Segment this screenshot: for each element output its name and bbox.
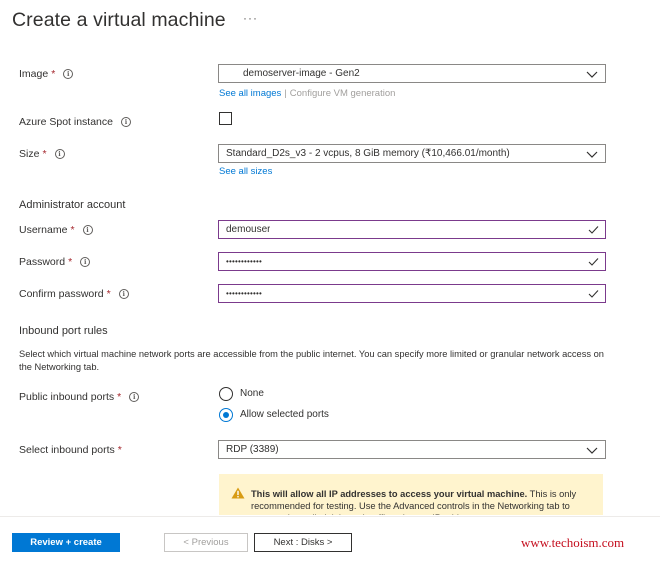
warning-icon (231, 487, 245, 499)
username-input-value: demouser (226, 224, 271, 235)
see-all-sizes-link[interactable]: See all sizes (219, 166, 272, 177)
azure-spot-label: Azure Spot instance i (19, 116, 131, 128)
required-marker: * (51, 68, 56, 80)
chevron-down-icon (586, 447, 598, 454)
azure-spot-checkbox[interactable] (219, 112, 232, 125)
warning-banner: This will allow all IP addresses to acce… (219, 474, 603, 515)
size-label: Size * i (19, 148, 65, 160)
checkmark-icon (588, 226, 599, 234)
password-label-text: Password (19, 256, 66, 268)
required-marker: * (68, 256, 73, 268)
info-icon[interactable]: i (129, 392, 140, 402)
confirm-password-input[interactable]: •••••••••••• (218, 284, 606, 303)
size-select[interactable]: Standard_D2s_v3 - 2 vcpus, 8 GiB memory … (218, 144, 606, 163)
public-inbound-ports-label-text: Public inbound ports (19, 391, 115, 403)
image-label-text: Image (19, 68, 49, 80)
confirm-password-label-text: Confirm password (19, 288, 104, 300)
confirm-password-input-value: •••••••••••• (226, 289, 263, 298)
info-icon[interactable]: i (80, 257, 91, 267)
image-links: See all images | Configure VM generation (219, 88, 395, 99)
select-inbound-ports-label-text: Select inbound ports (19, 444, 115, 456)
username-label: Username * i (19, 224, 93, 236)
username-input[interactable]: demouser (218, 220, 606, 239)
select-inbound-ports-select[interactable]: RDP (3389) (218, 440, 606, 459)
required-marker: * (70, 224, 75, 236)
checkmark-icon (588, 258, 599, 266)
inbound-port-rules-heading: Inbound port rules (19, 325, 108, 337)
select-inbound-ports-value: RDP (3389) (226, 444, 279, 455)
see-all-images-link[interactable]: See all images (219, 88, 281, 99)
required-marker: * (42, 148, 47, 160)
password-input[interactable]: •••••••••••• (218, 252, 606, 271)
administrator-account-heading: Administrator account (19, 199, 126, 211)
required-marker: * (117, 391, 122, 403)
more-options-button[interactable]: ··· (243, 11, 258, 25)
size-label-text: Size (19, 148, 40, 160)
configure-vm-generation-link[interactable]: Configure VM generation (290, 88, 396, 99)
radio-none[interactable] (219, 387, 233, 401)
required-marker: * (117, 444, 122, 456)
image-label: Image * i (19, 68, 74, 80)
public-inbound-ports-label: Public inbound ports * i (19, 391, 140, 403)
confirm-password-label: Confirm password * i (19, 288, 129, 300)
image-select-value: demoserver-image - Gen2 (243, 68, 360, 79)
info-icon[interactable]: i (63, 69, 74, 79)
chevron-down-icon (586, 151, 598, 158)
size-select-value: Standard_D2s_v3 - 2 vcpus, 8 GiB memory … (226, 148, 510, 159)
inbound-port-rules-description: Select which virtual machine network por… (19, 349, 604, 372)
required-marker: * (106, 288, 111, 300)
username-label-text: Username (19, 224, 68, 236)
azure-spot-label-text: Azure Spot instance (19, 116, 113, 128)
info-icon[interactable]: i (118, 289, 129, 299)
link-separator: | (284, 88, 287, 99)
next-disks-button[interactable]: Next : Disks > (254, 533, 352, 552)
warning-bold-text: This will allow all IP addresses to acce… (251, 489, 528, 499)
checkmark-icon (588, 290, 599, 298)
image-select[interactable]: demoserver-image - Gen2 (218, 64, 606, 83)
password-input-value: •••••••••••• (226, 257, 263, 266)
radio-none-label[interactable]: None (240, 388, 264, 399)
info-icon[interactable]: i (82, 225, 93, 235)
watermark-text: www.techoism.com (521, 535, 625, 550)
previous-button[interactable]: < Previous (164, 533, 248, 552)
password-label: Password * i (19, 256, 91, 268)
info-icon[interactable]: i (120, 117, 131, 127)
warning-text: This will allow all IP addresses to acce… (251, 488, 595, 515)
review-create-button[interactable]: Review + create (12, 533, 120, 552)
radio-allow-selected-ports[interactable] (219, 408, 233, 422)
footer-divider (0, 516, 660, 517)
page-title: Create a virtual machine (12, 9, 226, 31)
select-inbound-ports-label: Select inbound ports * (19, 444, 122, 456)
info-icon[interactable]: i (54, 149, 65, 159)
chevron-down-icon (586, 71, 598, 78)
radio-allow-selected-ports-label[interactable]: Allow selected ports (240, 409, 329, 420)
